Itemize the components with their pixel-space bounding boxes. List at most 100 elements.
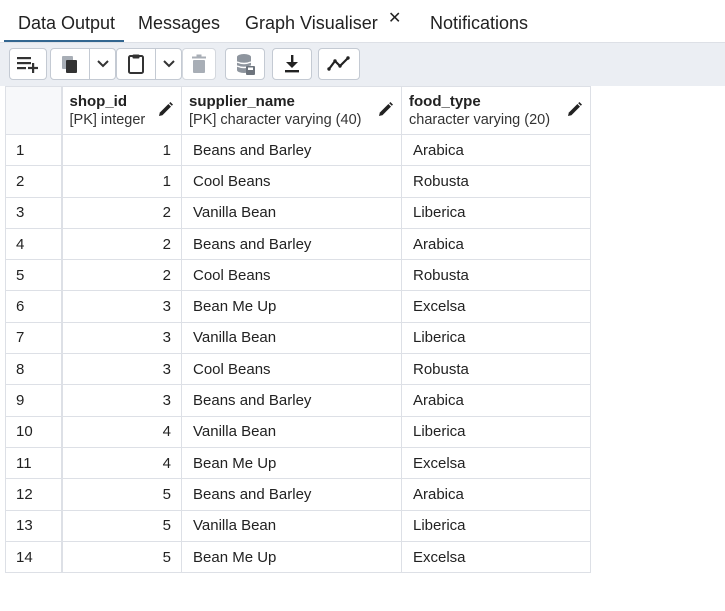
paste-button[interactable] <box>117 49 155 79</box>
add-row-button[interactable] <box>9 48 47 80</box>
table-row[interactable]: 8 3 Cool Beans Robusta <box>5 353 591 386</box>
cell-shop-id[interactable]: 4 <box>61 415 182 448</box>
cell-supplier-name[interactable]: Vanilla Bean <box>181 321 402 355</box>
paste-dropdown-button[interactable] <box>156 49 182 79</box>
row-number[interactable]: 8 <box>5 353 63 386</box>
edit-icon[interactable] <box>567 102 582 117</box>
cell-food-type[interactable]: Arabica <box>401 384 591 417</box>
table-row[interactable]: 6 3 Bean Me Up Excelsa <box>5 290 591 323</box>
cell-shop-id[interactable]: 2 <box>61 259 182 292</box>
table-row[interactable]: 1 1 Beans and Barley Arabica <box>5 133 591 167</box>
close-icon[interactable]: ✕ <box>388 10 401 28</box>
cell-supplier-name[interactable]: Bean Me Up <box>181 540 402 574</box>
row-number[interactable]: 9 <box>5 384 63 417</box>
table-row[interactable]: 3 2 Vanilla Bean Liberica <box>5 196 591 229</box>
cell-shop-id[interactable]: 3 <box>61 353 182 386</box>
download-icon <box>285 55 299 73</box>
graph-visualiser-button[interactable] <box>318 48 360 80</box>
row-number[interactable]: 7 <box>5 321 63 355</box>
cell-food-type[interactable]: Arabica <box>401 478 591 511</box>
chevron-down-icon <box>163 60 175 68</box>
row-number[interactable]: 13 <box>5 509 63 542</box>
cell-supplier-name[interactable]: Beans and Barley <box>181 478 402 511</box>
cell-supplier-name[interactable]: Bean Me Up <box>181 290 402 323</box>
cell-shop-id[interactable]: 4 <box>61 446 182 480</box>
row-number[interactable]: 11 <box>5 446 63 480</box>
cell-supplier-name[interactable]: Beans and Barley <box>181 133 402 167</box>
row-number[interactable]: 1 <box>5 133 63 167</box>
edit-icon[interactable] <box>158 102 173 117</box>
cell-shop-id[interactable]: 1 <box>61 133 182 167</box>
cell-shop-id[interactable]: 5 <box>61 509 182 542</box>
cell-food-type[interactable]: Liberica <box>401 321 591 355</box>
cell-shop-id[interactable]: 5 <box>61 540 182 574</box>
table-row[interactable]: 11 4 Bean Me Up Excelsa <box>5 446 591 480</box>
cell-supplier-name[interactable]: Bean Me Up <box>181 446 402 480</box>
cell-food-type[interactable]: Robusta <box>401 259 591 292</box>
table-row[interactable]: 9 3 Beans and Barley Arabica <box>5 384 591 417</box>
cell-supplier-name[interactable]: Vanilla Bean <box>181 509 402 542</box>
table-row[interactable]: 7 3 Vanilla Bean Liberica <box>5 321 591 355</box>
cell-supplier-name[interactable]: Vanilla Bean <box>181 196 402 229</box>
cell-food-type[interactable]: Liberica <box>401 196 591 229</box>
row-number[interactable]: 5 <box>5 259 63 292</box>
cell-food-type[interactable]: Excelsa <box>401 446 591 480</box>
edit-icon[interactable] <box>378 102 393 117</box>
table-row[interactable]: 2 1 Cool Beans Robusta <box>5 165 591 198</box>
cell-supplier-name[interactable]: Cool Beans <box>181 165 402 198</box>
column-header-food-type[interactable]: food_type character varying (20) <box>401 86 591 135</box>
column-name: food_type <box>409 93 481 110</box>
cell-food-type[interactable]: Robusta <box>401 165 591 198</box>
cell-shop-id[interactable]: 1 <box>61 165 182 198</box>
cell-food-type[interactable]: Excelsa <box>401 540 591 574</box>
table-row[interactable]: 4 2 Beans and Barley Arabica <box>5 227 591 261</box>
column-name: supplier_name <box>189 93 295 110</box>
row-number[interactable]: 6 <box>5 290 63 323</box>
table-row[interactable]: 5 2 Cool Beans Robusta <box>5 259 591 292</box>
table-row[interactable]: 10 4 Vanilla Bean Liberica <box>5 415 591 448</box>
tab-graph-visualiser[interactable]: Graph Visualiser <box>245 0 378 43</box>
cell-shop-id[interactable]: 3 <box>61 290 182 323</box>
column-header-supplier-name[interactable]: supplier_name [PK] character varying (40… <box>181 86 402 135</box>
delete-button[interactable] <box>182 48 216 80</box>
copy-icon <box>62 56 77 73</box>
row-number[interactable]: 2 <box>5 165 63 198</box>
cell-food-type[interactable]: Robusta <box>401 353 591 386</box>
cell-food-type[interactable]: Arabica <box>401 227 591 261</box>
result-grid: shop_id [PK] integer supplier_name [PK] … <box>5 86 591 574</box>
copy-button[interactable] <box>51 49 89 79</box>
cell-supplier-name[interactable]: Beans and Barley <box>181 227 402 261</box>
copy-button-group <box>50 48 116 80</box>
cell-shop-id[interactable]: 2 <box>61 227 182 261</box>
cell-shop-id[interactable]: 2 <box>61 196 182 229</box>
tab-notifications[interactable]: Notifications <box>430 0 528 43</box>
row-number[interactable]: 10 <box>5 415 63 448</box>
toolbar <box>0 43 725 86</box>
row-number[interactable]: 4 <box>5 227 63 261</box>
column-header-shop-id[interactable]: shop_id [PK] integer <box>61 86 182 135</box>
row-number[interactable]: 12 <box>5 478 63 511</box>
cell-supplier-name[interactable]: Beans and Barley <box>181 384 402 417</box>
cell-food-type[interactable]: Arabica <box>401 133 591 167</box>
save-data-button[interactable] <box>225 48 265 80</box>
cell-food-type[interactable]: Liberica <box>401 509 591 542</box>
cell-shop-id[interactable]: 3 <box>61 321 182 355</box>
row-number[interactable]: 3 <box>5 196 63 229</box>
cell-food-type[interactable]: Excelsa <box>401 290 591 323</box>
download-button[interactable] <box>272 48 312 80</box>
row-number[interactable]: 14 <box>5 540 63 574</box>
row-number-header[interactable] <box>5 86 63 135</box>
cell-supplier-name[interactable]: Cool Beans <box>181 353 402 386</box>
delete-icon <box>192 54 206 73</box>
tab-messages[interactable]: Messages <box>138 0 220 43</box>
cell-shop-id[interactable]: 3 <box>61 384 182 417</box>
cell-food-type[interactable]: Liberica <box>401 415 591 448</box>
copy-dropdown-button[interactable] <box>90 49 116 79</box>
cell-shop-id[interactable]: 5 <box>61 478 182 511</box>
table-row[interactable]: 13 5 Vanilla Bean Liberica <box>5 509 591 542</box>
cell-supplier-name[interactable]: Vanilla Bean <box>181 415 402 448</box>
table-row[interactable]: 14 5 Bean Me Up Excelsa <box>5 540 591 574</box>
cell-supplier-name[interactable]: Cool Beans <box>181 259 402 292</box>
tab-data-output[interactable]: Data Output <box>18 0 115 43</box>
table-row[interactable]: 12 5 Beans and Barley Arabica <box>5 478 591 511</box>
